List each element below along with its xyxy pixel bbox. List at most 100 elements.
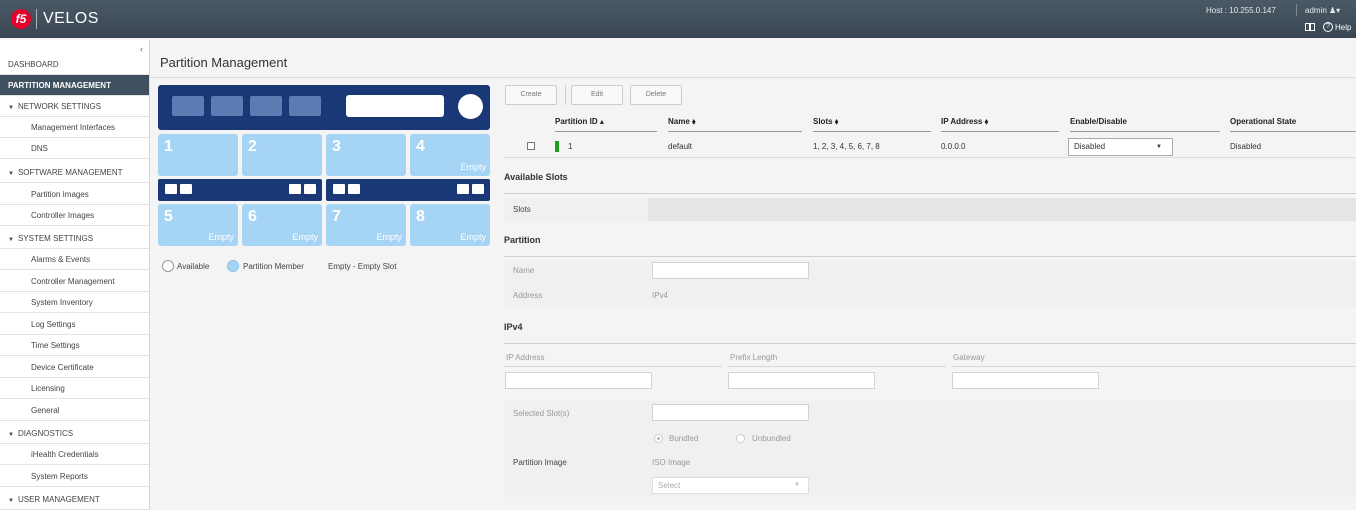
section-divider: [504, 343, 1356, 344]
header-underline: [555, 131, 657, 132]
sidebar-item-label: System Reports: [31, 472, 88, 481]
slot-number: 1: [164, 138, 173, 155]
column-header-partition-id[interactable]: Partition ID ▴: [555, 117, 604, 126]
chassis-slot-6[interactable]: 6 Empty: [242, 204, 322, 246]
host-address: Host : 10.255.0.147: [1206, 6, 1276, 15]
power-button-icon: [458, 94, 483, 119]
edit-button[interactable]: Edit: [571, 85, 623, 105]
delete-button[interactable]: Delete: [630, 85, 682, 105]
sidebar-item-licensing[interactable]: Licensing: [0, 378, 149, 399]
slot-number: 6: [248, 208, 257, 225]
sidebar-group-user-management[interactable]: ▼ USER MANAGEMENT: [0, 489, 149, 510]
create-button[interactable]: Create: [505, 85, 557, 105]
caret-down-icon: ▼: [8, 237, 14, 243]
help-icon[interactable]: ?: [1323, 22, 1333, 32]
user-menu[interactable]: admin ♟▾: [1305, 6, 1340, 15]
chassis-slot-3[interactable]: 3: [326, 134, 406, 176]
top-divider: [1296, 4, 1297, 16]
available-legend-icon: [162, 260, 174, 272]
chassis-bay: [250, 96, 282, 116]
sidebar-item-management-interfaces[interactable]: Management Interfaces: [0, 117, 149, 138]
sidebar-item-dns[interactable]: DNS: [0, 138, 149, 159]
sidebar-item-device-certificate[interactable]: Device Certificate: [0, 357, 149, 378]
sidebar-item-label: USER MANAGEMENT: [17, 495, 100, 504]
iso-image-select[interactable]: Select ▼: [652, 477, 809, 494]
slot-number: 3: [332, 138, 341, 155]
f5-logo[interactable]: f5: [11, 9, 31, 29]
row-divider: [504, 157, 1356, 158]
partition-fields-area: [504, 260, 1356, 308]
sidebar-item-label: DNS: [31, 144, 48, 153]
chassis-display: [346, 95, 444, 117]
chassis-slot-1[interactable]: 1: [158, 134, 238, 176]
sidebar-group-system-settings[interactable]: ▼ SYSTEM SETTINGS: [0, 228, 149, 249]
name-label: Name: [513, 266, 535, 275]
ip-address-label: IP Address: [506, 353, 545, 362]
address-label: Address: [513, 291, 543, 300]
partition-name-cell[interactable]: default: [668, 142, 692, 151]
header-underline: [813, 131, 931, 132]
enable-disable-select[interactable]: Disabled ▼: [1068, 138, 1173, 156]
sidebar-item-dashboard[interactable]: DASHBOARD: [0, 54, 149, 75]
sidebar-group-software-management[interactable]: ▼ SOFTWARE MANAGEMENT: [0, 162, 149, 183]
bundled-label: Bundled: [669, 434, 699, 443]
toolbar-divider: [565, 85, 566, 105]
chassis-slot-8[interactable]: 8 Empty: [410, 204, 490, 246]
sidebar-item-controller-management[interactable]: Controller Management: [0, 271, 149, 292]
prefix-length-input[interactable]: [728, 372, 875, 389]
sidebar-group-network-settings[interactable]: ▼ NETWORK SETTINGS: [0, 96, 149, 117]
sidebar-item-label: Licensing: [31, 384, 65, 393]
chassis-slot-5[interactable]: 5 Empty: [158, 204, 238, 246]
ip-address-input[interactable]: [505, 372, 652, 389]
gateway-input[interactable]: [952, 372, 1099, 389]
row-select-checkbox[interactable]: [527, 142, 535, 150]
sidebar-item-log-settings[interactable]: Log Settings: [0, 314, 149, 335]
column-header-enable-disable: Enable/Disable: [1070, 117, 1127, 126]
column-header-name[interactable]: Name ⬧: [668, 117, 696, 127]
header-underline: [668, 131, 802, 132]
book-icon[interactable]: [1305, 23, 1315, 31]
sidebar-item-partition-management[interactable]: PARTITION MANAGEMENT: [0, 75, 149, 96]
sidebar-item-partition-images[interactable]: Partition Images: [0, 184, 149, 205]
partition-ip-cell: 0.0.0.0: [941, 142, 966, 151]
header-underline: [1070, 131, 1220, 132]
sidebar-item-label: NETWORK SETTINGS: [17, 102, 102, 111]
sidebar-item-label: DASHBOARD: [8, 60, 59, 69]
help-link[interactable]: Help: [1335, 23, 1351, 32]
column-header-operational-state: Operational State: [1230, 117, 1297, 126]
header-underline: [941, 131, 1059, 132]
sidebar-item-label: Management Interfaces: [31, 123, 116, 132]
sidebar-item-system-inventory[interactable]: System Inventory: [0, 292, 149, 313]
chassis-slot-2[interactable]: 2: [242, 134, 322, 176]
chassis-bay: [289, 96, 321, 116]
sidebar-group-diagnostics[interactable]: ▼ DIAGNOSTICS: [0, 423, 149, 444]
sidebar-item-controller-images[interactable]: Controller Images: [0, 205, 149, 226]
partition-member-legend-icon: [227, 260, 239, 272]
chassis-slot-7[interactable]: 7 Empty: [326, 204, 406, 246]
title-divider: [150, 77, 1356, 78]
sidebar-item-ihealth-credentials[interactable]: iHealth Credentials: [0, 444, 149, 465]
sidebar-item-general[interactable]: General: [0, 400, 149, 421]
chassis-divider-bar: [326, 179, 490, 201]
selected-slots-input[interactable]: [652, 404, 809, 421]
sidebar-item-time-settings[interactable]: Time Settings: [0, 335, 149, 356]
unbundled-radio[interactable]: [736, 434, 745, 443]
slots-label: Slots: [513, 205, 531, 214]
chassis-bay: [211, 96, 243, 116]
gateway-label: Gateway: [953, 353, 985, 362]
caret-down-icon: ▼: [8, 171, 14, 177]
sidebar-item-system-reports[interactable]: System Reports: [0, 466, 149, 487]
bundled-radio[interactable]: [654, 434, 663, 443]
partition-image-label: Partition Image: [513, 458, 567, 467]
column-header-ip-address[interactable]: IP Address ⬧: [941, 117, 988, 127]
sidebar-collapse-icon[interactable]: ‹: [140, 44, 143, 54]
slot-number: 4: [416, 138, 425, 155]
slot-image-fields-area: [504, 401, 1356, 497]
sidebar-item-alarms-events[interactable]: Alarms & Events: [0, 249, 149, 270]
legend-empty-slot: Empty - Empty Slot: [328, 262, 397, 271]
column-header-slots[interactable]: Slots ⬧: [813, 117, 838, 127]
chassis-divider-bar: [158, 179, 322, 201]
slot-status: Empty: [208, 232, 234, 242]
partition-name-input[interactable]: [652, 262, 809, 279]
chassis-slot-4[interactable]: 4 Empty: [410, 134, 490, 176]
